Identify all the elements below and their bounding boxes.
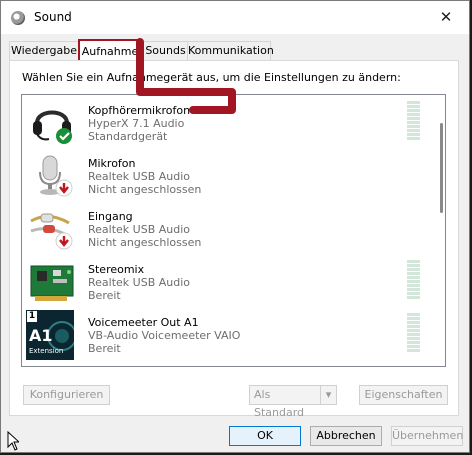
device-name: Mikrofon	[88, 157, 136, 170]
device-status: Bereit	[88, 289, 121, 302]
tab-sounds[interactable]: Sounds	[143, 41, 188, 60]
device-status: Standardgerät	[88, 130, 168, 143]
chevron-down-icon: ▾	[325, 388, 332, 401]
voicemeeter-badge-number: 1	[27, 311, 37, 322]
sound-card-icon	[30, 265, 74, 301]
device-row-mikrofon[interactable]: Mikrofon Realtek USB Audio Nicht angesch…	[22, 148, 434, 201]
close-button[interactable]: ✕	[433, 6, 459, 28]
scrollbar-thumb[interactable]	[440, 123, 443, 213]
device-driver: Realtek USB Audio	[88, 276, 191, 289]
window-title: Sound	[34, 10, 72, 24]
ok-button[interactable]: OK	[229, 426, 301, 446]
apply-button[interactable]: Übernehmen	[391, 426, 463, 446]
cancel-button[interactable]: Abbrechen	[310, 426, 382, 446]
speaker-app-icon	[11, 11, 25, 25]
device-row-voicemeeter-out-a1[interactable]: 1 A1 Extension Voicemeeter Out A1 VB-Aud…	[22, 307, 434, 360]
device-name: Voicemeeter Out A1	[88, 316, 199, 329]
device-status: Nicht angeschlossen	[88, 183, 202, 196]
device-row-eingang[interactable]: Eingang Realtek USB Audio Nicht angeschl…	[22, 201, 434, 254]
title-bar: Sound ✕	[1, 1, 469, 34]
device-status: Bereit	[88, 342, 121, 355]
properties-button[interactable]: Eigenschaften	[359, 385, 448, 405]
device-name: Stereomix	[88, 263, 145, 276]
rca-cable-icon	[30, 213, 73, 250]
mouse-cursor-icon	[7, 431, 19, 451]
green-check-badge	[56, 128, 72, 144]
device-driver: HyperX 7.1 Audio	[88, 117, 185, 130]
vertical-scrollbar[interactable]	[437, 95, 445, 366]
level-meter	[407, 313, 420, 355]
tab-kommunikation[interactable]: Kommunikation	[187, 41, 274, 60]
tab-wiedergabe[interactable]: Wiedergabe	[9, 41, 79, 60]
device-status: Nicht angeschlossen	[88, 236, 202, 249]
device-row-kopfhoerermikrofon[interactable]: Kopfhörermikrofon HyperX 7.1 Audio Stand…	[22, 95, 434, 148]
device-driver: VB-Audio Voicemeeter VAIO	[88, 329, 241, 342]
microphone-icon	[39, 155, 73, 197]
voicemeeter-a1-icon: 1 A1 Extension	[26, 310, 74, 360]
device-driver: Realtek USB Audio	[88, 223, 191, 236]
voicemeeter-extension-label: Extension	[29, 347, 64, 355]
instruction-text: Wählen Sie ein Aufnahmegerät aus, um die…	[22, 71, 401, 84]
level-meter	[407, 101, 420, 143]
set-default-button[interactable]: Als Standard	[249, 385, 321, 419]
recording-device-list[interactable]: Kopfhörermikrofon HyperX 7.1 Audio Stand…	[21, 94, 446, 367]
device-driver: Realtek USB Audio	[88, 170, 191, 183]
device-row-stereomix[interactable]: Stereomix Realtek USB Audio Bereit	[22, 254, 434, 307]
tab-aufnahme[interactable]: Aufnahme	[78, 39, 142, 60]
set-default-dropdown[interactable]: ▾	[320, 385, 337, 405]
voicemeeter-a1-label: A1	[29, 326, 53, 345]
headset-icon	[33, 110, 72, 144]
device-name: Eingang	[88, 210, 133, 223]
level-meter	[407, 260, 420, 302]
device-name: Kopfhörermikrofon	[88, 104, 191, 117]
configure-button[interactable]: Konfigurieren	[23, 385, 110, 405]
